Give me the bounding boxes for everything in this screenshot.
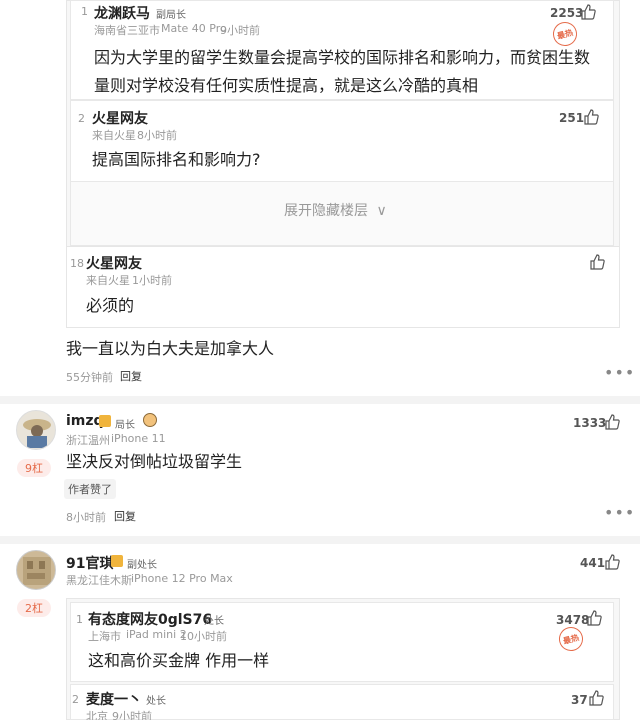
reply-content: 提高国际排名和影响力? (92, 150, 261, 169)
reply-content: 这和高价买金牌 作用一样 (88, 651, 270, 670)
location-text: 来自火星 (92, 129, 136, 142)
hot-label: 最热 (556, 27, 574, 41)
comment-time: 55分钟前 (66, 371, 113, 384)
time-text: 10小时前 (180, 630, 227, 643)
location-text: 浙江温州 (66, 434, 110, 447)
user-title-badge: 处长 (204, 616, 224, 627)
username[interactable]: 火星网友 (86, 253, 142, 273)
comment-content: 坚决反对倒帖垃圾留学生 (66, 452, 243, 471)
content-line: 量则对学校没有任何实质性提高，就是这么冷酷的真相 (94, 76, 479, 95)
like-count: 251 (559, 111, 585, 125)
floor-number: 2 (78, 112, 85, 125)
thumb-up-icon[interactable] (583, 109, 599, 125)
like-count: 1333 (573, 416, 607, 430)
user-title-badge: 副局长 (156, 10, 186, 21)
title-badge-icon (99, 415, 111, 427)
rank-badge: 9杠 (17, 459, 51, 477)
thumb-up-icon[interactable] (586, 610, 602, 626)
device-text: iPhone 12 Pro Max (131, 572, 233, 585)
like-count: 3478 (556, 613, 590, 627)
avatar-emoji-icon (143, 413, 157, 427)
divider (0, 536, 640, 544)
username[interactable]: 有态度网友0glS76 (88, 609, 212, 629)
thumb-up-icon[interactable] (580, 4, 596, 20)
like-count: 2253 (550, 6, 584, 20)
username[interactable]: imzq (66, 413, 104, 429)
device-text: iPad mini 2 (126, 628, 187, 641)
location-text: 黑龙江佳木斯 (66, 574, 132, 587)
username[interactable]: 麦度一丶 (86, 689, 142, 709)
username[interactable]: 91官琪 (66, 553, 113, 573)
user-title-badge: 局长 (115, 420, 135, 431)
title-badge-icon (111, 555, 123, 567)
like-count: 441 (580, 556, 606, 570)
floor-number: 18 (70, 257, 84, 270)
hot-label: 最热 (562, 632, 580, 646)
floor-number: 2 (72, 693, 79, 706)
avatar[interactable] (16, 550, 56, 590)
expand-hidden-floors-button[interactable]: 展开隐藏楼层 ∨ (284, 200, 387, 220)
more-options-icon[interactable]: ••• (604, 503, 635, 522)
comment-content: 我一直以为白大夫是加拿大人 (66, 339, 275, 358)
time-text: 9小时前 (220, 24, 260, 37)
content-line: 因为大学里的留学生数量会提高学校的国际排名和影响力，而贫困生数 (94, 48, 591, 67)
floor-number: 1 (76, 613, 83, 626)
comment-time: 8小时前 (66, 511, 106, 524)
username[interactable]: 火星网友 (92, 108, 148, 128)
thumb-up-icon[interactable] (604, 414, 620, 430)
more-options-icon[interactable]: ••• (604, 363, 635, 382)
user-title-badge: 处长 (146, 696, 166, 707)
location-text: 北京 (86, 710, 108, 720)
thumb-up-icon[interactable] (604, 554, 620, 570)
device-text: Mate 40 Pro (161, 22, 227, 35)
divider (0, 396, 640, 404)
reply-button[interactable]: 回复 (114, 508, 136, 524)
time-text: 1小时前 (132, 274, 172, 287)
time-text: 9小时前 (112, 710, 152, 720)
username[interactable]: 龙渊跃马 (94, 3, 150, 23)
location-text: 来自火星 (86, 274, 130, 287)
time-text: 8小时前 (137, 129, 177, 142)
rank-badge: 2杠 (17, 599, 51, 617)
avatar[interactable] (16, 410, 56, 450)
user-title-badge: 副处长 (127, 560, 157, 571)
reply-content: 因为大学里的留学生数量会提高学校的国际排名和影响力，而贫困生数 量则对学校没有任… (94, 44, 614, 100)
thumb-up-icon[interactable] (589, 254, 605, 270)
avatar-image (23, 419, 51, 448)
location-text: 海南省三亚市 (94, 24, 160, 37)
author-liked-tag: 作者赞了 (64, 479, 116, 499)
avatar-image (23, 557, 51, 585)
like-count: 37 (571, 693, 588, 707)
chevron-down-icon: ∨ (376, 203, 387, 219)
thumb-up-icon[interactable] (588, 690, 604, 706)
reply-button[interactable]: 回复 (120, 368, 142, 384)
reply-content: 必须的 (86, 296, 135, 315)
device-text: iPhone 11 (111, 432, 166, 445)
expand-label: 展开隐藏楼层 (284, 203, 368, 219)
location-text: 上海市 (88, 630, 121, 643)
floor-number: 1 (81, 5, 88, 18)
